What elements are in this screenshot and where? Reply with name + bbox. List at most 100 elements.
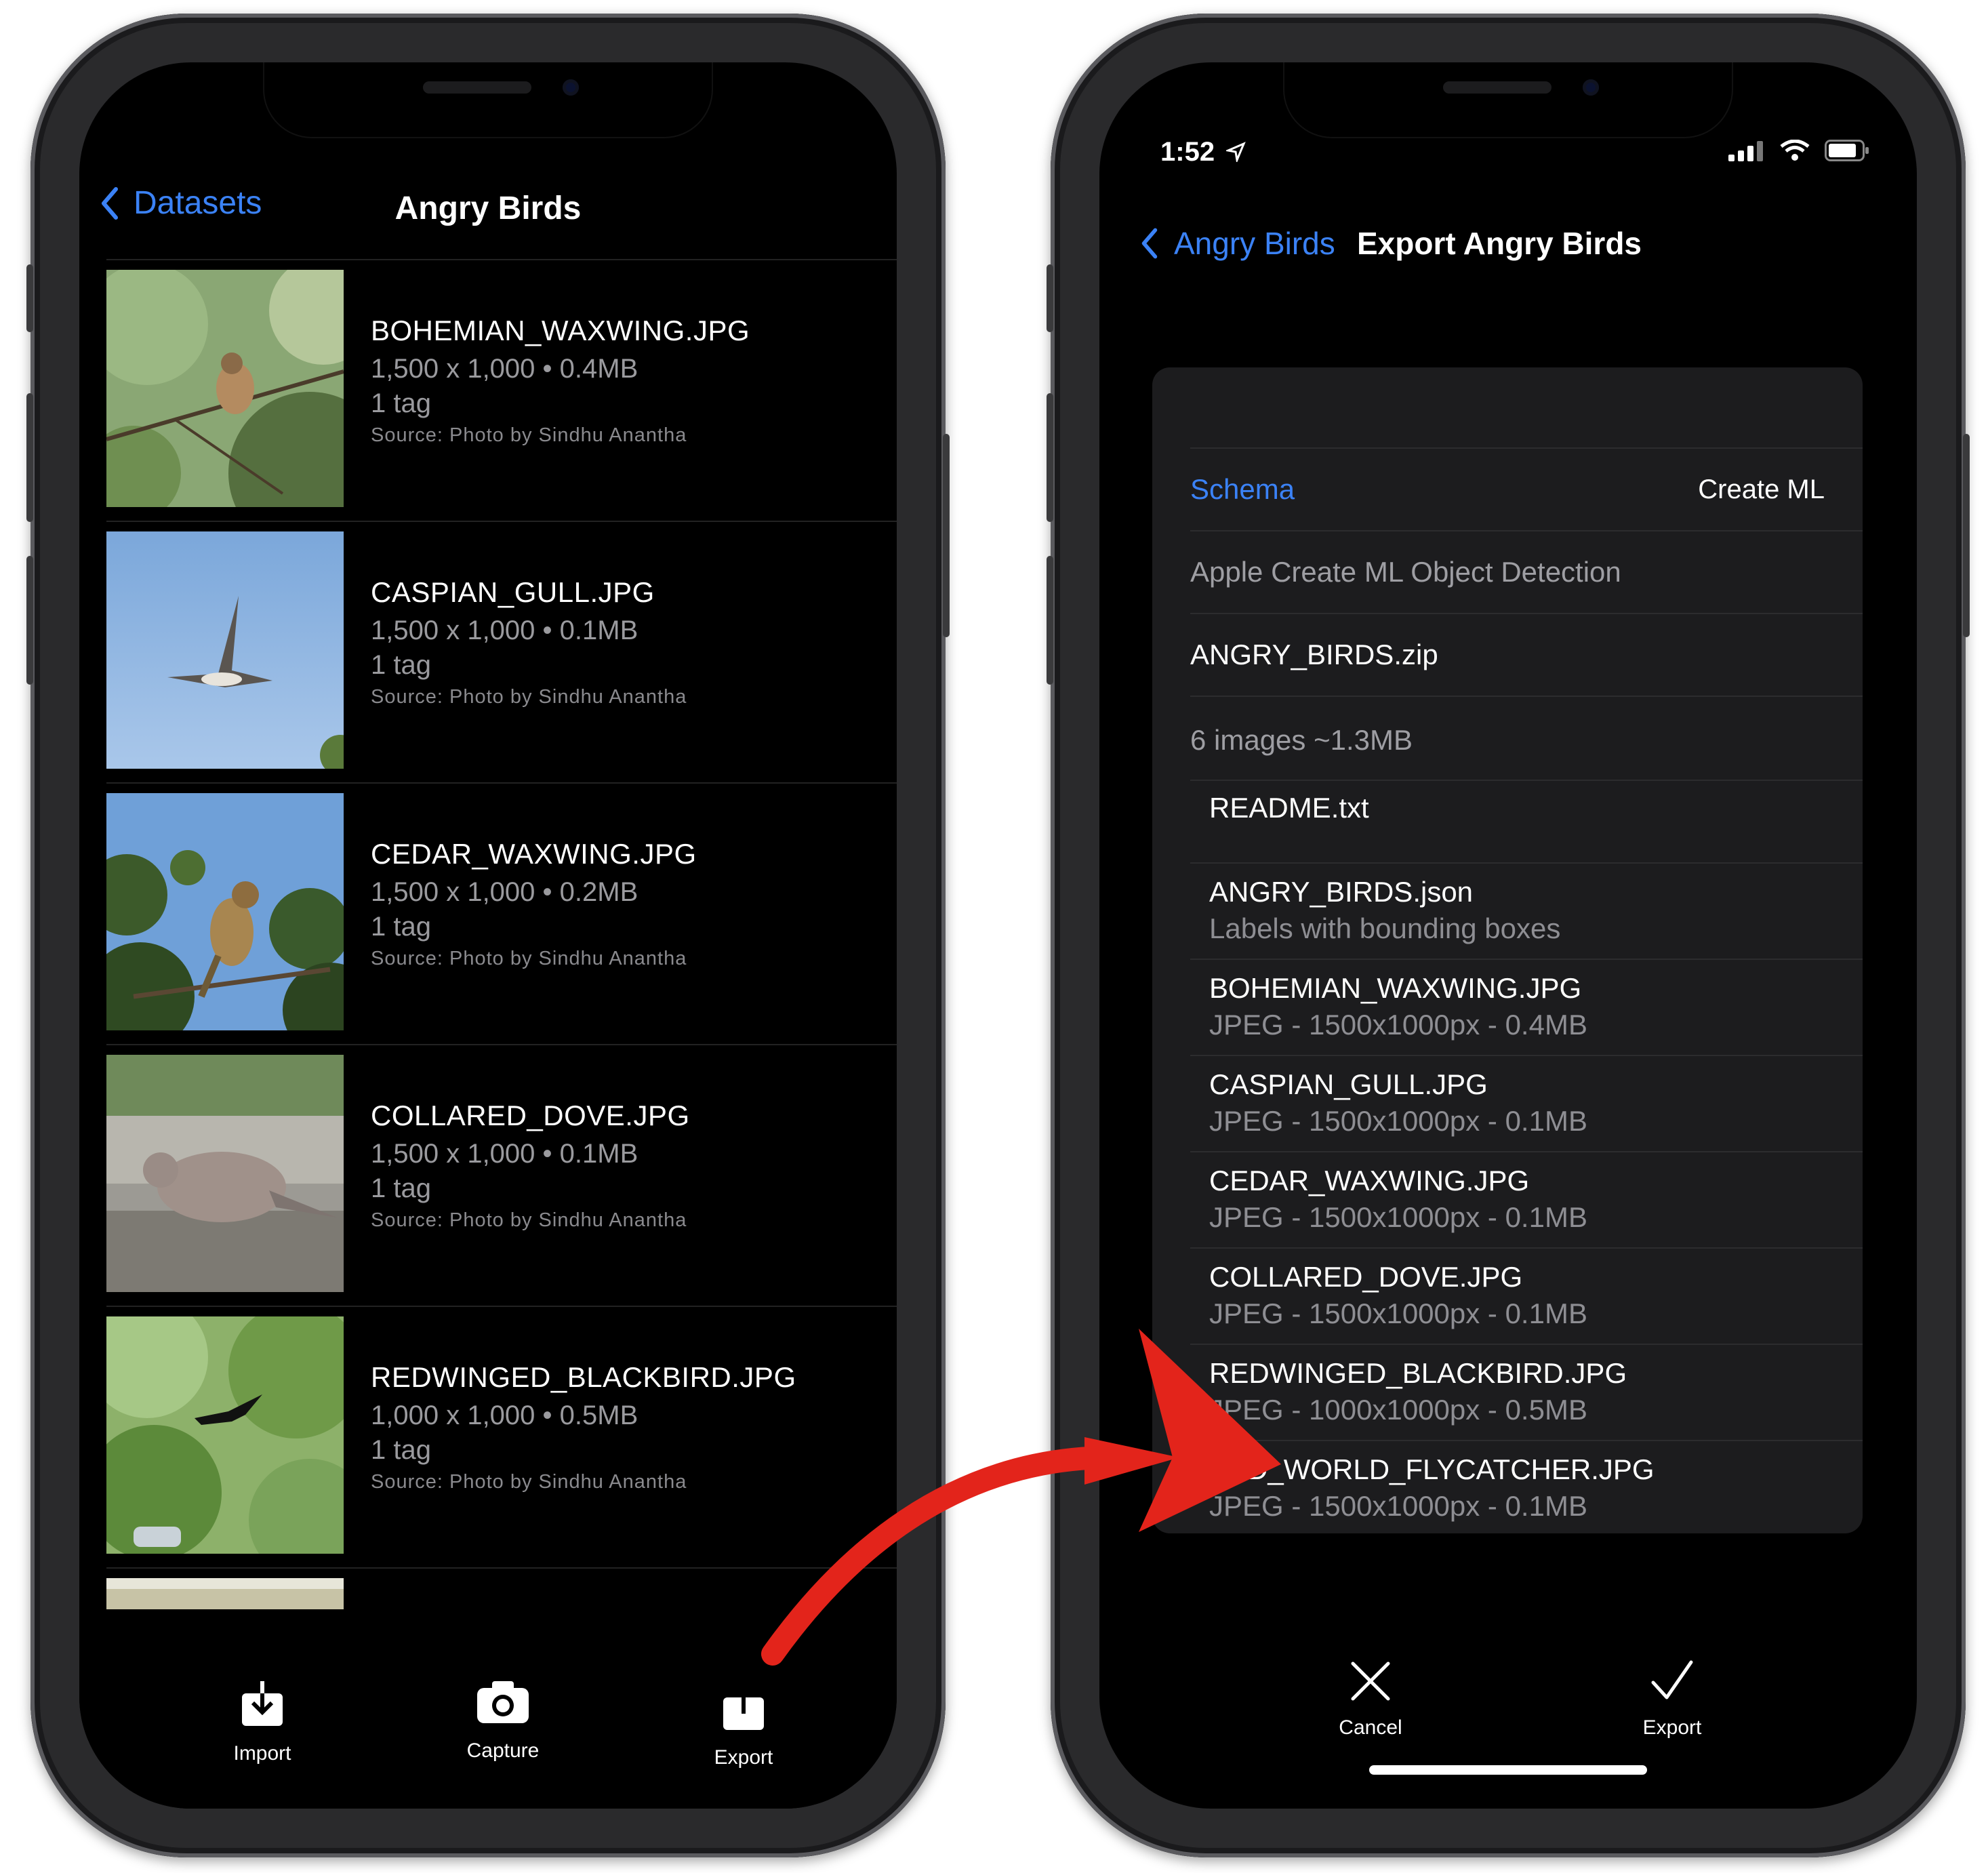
chevron-left-icon xyxy=(1141,228,1158,259)
signal-icon xyxy=(1728,141,1763,161)
export-label: Export xyxy=(1642,1716,1702,1739)
file-name: COLLARED_DOVE.JPG xyxy=(1209,1261,1523,1293)
page-title: Angry Birds xyxy=(394,190,582,226)
file-detail: JPEG - 1500x1000px - 0.1MB xyxy=(1209,1297,1587,1329)
home-indicator xyxy=(1369,1765,1647,1775)
thumbnail-collared-dove xyxy=(106,1055,344,1292)
thumbnail-redwinged-blackbird xyxy=(106,1316,344,1554)
list-item[interactable]: CASPIAN_GULL.JPG 1,500 x 1,000 • 0.1MB 1… xyxy=(106,521,897,782)
file-row: OLD_WORLD_FLYCATCHER.JPG JPEG - 1500x100… xyxy=(1190,1441,1863,1533)
wifi-icon xyxy=(1780,140,1810,161)
file-name: CASPIAN_GULL.JPG xyxy=(1209,1068,1488,1100)
file-row: BOHEMIAN_WAXWING.JPG JPEG - 1500x1000px … xyxy=(1190,960,1863,1056)
checkmark-icon xyxy=(1651,1660,1693,1699)
file-name: REDWINGED_BLACKBIRD.JPG xyxy=(371,1361,796,1393)
file-name: OLD_WORLD_FLYCATCHER.JPG xyxy=(1209,1453,1655,1485)
volume-up-button xyxy=(26,393,33,522)
thumbnail-bohemian-waxwing xyxy=(106,270,344,507)
thumbnail-caspian-gull xyxy=(106,531,344,769)
camera-icon xyxy=(1583,79,1599,96)
status-time: 1:52 xyxy=(1160,137,1246,167)
tag-count: 1 tag xyxy=(371,388,431,418)
file-dimensions: 1,500 x 1,000 • 0.1MB xyxy=(371,616,638,645)
bottom-toolbar: Import Capture Export xyxy=(79,1619,897,1809)
file-name: README.txt xyxy=(1209,792,1369,824)
source-credit: Source: Photo by Sindhu Anantha xyxy=(371,1471,687,1493)
schema-row[interactable]: Schema Create ML xyxy=(1190,449,1863,531)
source-credit: Source: Photo by Sindhu Anantha xyxy=(371,948,687,969)
file-detail: JPEG - 1500x1000px - 0.4MB xyxy=(1209,1009,1587,1041)
page-title: Export Angry Birds xyxy=(1357,226,1642,261)
left-screen: Datasets Angry Birds BOHEMIAN_WAXWING.JP… xyxy=(79,62,897,1809)
side-button xyxy=(943,434,950,637)
list-item[interactable]: REDWINGED_BLACKBIRD.JPG 1,000 x 1,000 • … xyxy=(106,1306,897,1567)
file-name: CEDAR_WAXWING.JPG xyxy=(371,838,697,870)
share-icon xyxy=(723,1680,764,1730)
format-label: Apple Create ML Object Detection xyxy=(1190,556,1621,588)
left-phone: Datasets Angry Birds BOHEMIAN_WAXWING.JP… xyxy=(26,14,950,1857)
volume-up-button xyxy=(1047,393,1053,522)
file-name: CASPIAN_GULL.JPG xyxy=(371,576,655,608)
file-row: CEDAR_WAXWING.JPG JPEG - 1500x1000px - 0… xyxy=(1190,1152,1863,1249)
cancel-button[interactable]: Cancel xyxy=(1303,1659,1438,1739)
mute-switch xyxy=(1047,264,1053,332)
source-credit: Source: Photo by Sindhu Anantha xyxy=(371,1209,687,1231)
capture-button[interactable]: Capture xyxy=(435,1680,571,1763)
camera-icon xyxy=(477,1681,529,1723)
tag-count: 1 tag xyxy=(371,1173,431,1203)
volume-down-button xyxy=(1047,556,1053,685)
export-button[interactable]: Export xyxy=(1604,1659,1740,1739)
file-name: BOHEMIAN_WAXWING.JPG xyxy=(371,315,750,346)
close-icon xyxy=(1351,1661,1390,1701)
file-detail: Labels with bounding boxes xyxy=(1209,912,1561,944)
file-row: COLLARED_DOVE.JPG JPEG - 1500x1000px - 0… xyxy=(1190,1249,1863,1345)
source-credit: Source: Photo by Sindhu Anantha xyxy=(371,686,687,708)
tag-count: 1 tag xyxy=(371,912,431,942)
export-label: Export xyxy=(714,1746,773,1769)
back-label: Angry Birds xyxy=(1174,226,1335,261)
file-row-readme: README.txt xyxy=(1190,781,1863,864)
file-dimensions: 1,000 x 1,000 • 0.5MB xyxy=(371,1401,638,1430)
nav-bar: Datasets Angry Birds xyxy=(79,184,897,266)
export-button[interactable]: Export xyxy=(676,1680,811,1769)
file-row: CASPIAN_GULL.JPG JPEG - 1500x1000px - 0.… xyxy=(1190,1056,1863,1152)
file-detail: JPEG - 1500x1000px - 0.1MB xyxy=(1209,1105,1587,1137)
file-dimensions: 1,500 x 1,000 • 0.1MB xyxy=(371,1139,638,1169)
right-screen: 1:52 Angry Birds Export Angry Birds Sche… xyxy=(1099,62,1917,1809)
import-label: Import xyxy=(233,1742,291,1765)
list-item[interactable] xyxy=(106,1567,897,1609)
thumbnail-cedar-waxwing xyxy=(106,793,344,1030)
export-summary-card: Schema Create ML Apple Create ML Object … xyxy=(1152,367,1863,1533)
summary-row: 6 images ~1.3MB xyxy=(1190,697,1863,781)
thumbnail-partial xyxy=(106,1578,344,1609)
file-name: REDWINGED_BLACKBIRD.JPG xyxy=(1209,1357,1627,1389)
source-credit: Source: Photo by Sindhu Anantha xyxy=(371,424,687,446)
file-name: CEDAR_WAXWING.JPG xyxy=(1209,1165,1530,1196)
battery-icon xyxy=(1825,140,1869,161)
image-list: BOHEMIAN_WAXWING.JPG 1,500 x 1,000 • 0.4… xyxy=(106,259,897,1609)
list-item[interactable]: CEDAR_WAXWING.JPG 1,500 x 1,000 • 0.2MB … xyxy=(106,782,897,1044)
file-row-json: ANGRY_BIRDS.json Labels with bounding bo… xyxy=(1190,864,1863,960)
status-bar: 1:52 xyxy=(1099,137,1917,178)
capture-label: Capture xyxy=(466,1739,540,1762)
notch xyxy=(264,62,712,137)
file-row: REDWINGED_BLACKBIRD.JPG JPEG - 1000x1000… xyxy=(1190,1345,1863,1441)
right-phone: 1:52 Angry Birds Export Angry Birds Sche… xyxy=(1047,14,1970,1857)
zip-name-row: ANGRY_BIRDS.zip xyxy=(1190,614,1863,697)
tag-count: 1 tag xyxy=(371,1435,431,1465)
schema-value: Create ML xyxy=(1698,475,1825,504)
import-icon xyxy=(242,1681,283,1726)
file-name: COLLARED_DOVE.JPG xyxy=(371,1100,690,1131)
camera-icon xyxy=(563,79,579,96)
file-name: BOHEMIAN_WAXWING.JPG xyxy=(1209,972,1582,1004)
volume-down-button xyxy=(26,556,33,685)
mute-switch xyxy=(26,264,33,332)
file-detail: JPEG - 1500x1000px - 0.1MB xyxy=(1209,1201,1587,1233)
list-item[interactable]: COLLARED_DOVE.JPG 1,500 x 1,000 • 0.1MB … xyxy=(106,1044,897,1306)
back-button[interactable]: Angry Birds xyxy=(1140,225,1335,262)
notch xyxy=(1284,62,1732,137)
import-button[interactable]: Import xyxy=(195,1680,330,1765)
format-row: Apple Create ML Object Detection xyxy=(1190,531,1863,614)
list-item[interactable]: BOHEMIAN_WAXWING.JPG 1,500 x 1,000 • 0.4… xyxy=(106,259,897,521)
zip-file-name: ANGRY_BIRDS.zip xyxy=(1190,639,1438,670)
